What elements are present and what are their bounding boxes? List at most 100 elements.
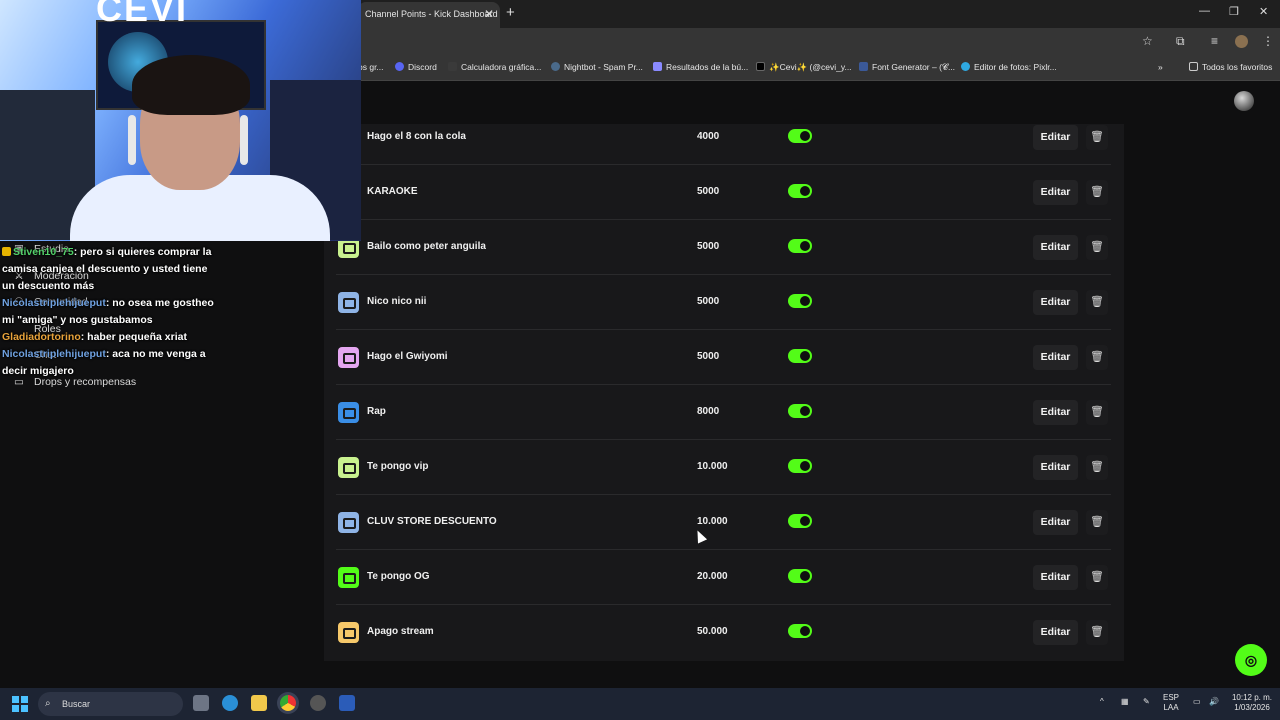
file-explorer-icon[interactable] <box>251 695 267 711</box>
delete-icon[interactable]: 🗑 <box>1086 180 1108 205</box>
minimize-icon[interactable]: — <box>1199 5 1210 17</box>
reward-enabled-toggle[interactable] <box>788 569 812 583</box>
edit-button[interactable]: Editar <box>1033 125 1078 150</box>
search-icon: ⌕ <box>45 698 51 709</box>
reward-enabled-toggle[interactable] <box>788 129 812 143</box>
delete-icon[interactable]: 🗑 <box>1086 290 1108 315</box>
edit-button[interactable]: Editar <box>1033 400 1078 425</box>
reward-title: Rap <box>367 406 386 417</box>
reward-enabled-toggle[interactable] <box>788 624 812 638</box>
star-bookmark-icon[interactable]: ☆ <box>1142 34 1153 48</box>
delete-icon[interactable]: 🗑 <box>1086 235 1108 260</box>
reward-title: KARAOKE <box>367 186 418 197</box>
bookmark-item[interactable]: Editor de fotos: Pixlr... <box>961 62 1057 72</box>
headset-right <box>240 115 248 165</box>
reward-cost: 50.000 <box>697 626 728 637</box>
kebab-menu-icon[interactable]: ⋮ <box>1262 34 1274 48</box>
help-chat-icon[interactable]: ◎ <box>1235 644 1267 676</box>
bookmark-item[interactable]: Calculadora gráfica... <box>448 62 541 72</box>
reward-row: Hago el Gwiyomi 5000 Editar 🗑 <box>336 330 1111 385</box>
edit-button[interactable]: Editar <box>1033 510 1078 535</box>
bookmark-item[interactable]: ✨Cevi✨ (@cevi_y... <box>756 62 852 73</box>
reward-row: Bailo como peter anguila 5000 Editar 🗑 <box>336 220 1111 275</box>
windows-taskbar: ⌕ Buscar ^ ▦ ✎ ESP LAA ▭ 🔊 10:12 p. m. 1… <box>0 688 1280 720</box>
delete-icon[interactable]: 🗑 <box>1086 565 1108 590</box>
bookmark-item[interactable]: Resultados de la bú... <box>653 62 748 72</box>
reward-row: Hago el 8 con la cola 4000 Editar 🗑 <box>336 110 1111 165</box>
all-favorites-folder[interactable]: Todos los favoritos <box>1189 62 1272 72</box>
show-hidden-icons[interactable]: ^ <box>1100 697 1104 707</box>
reward-enabled-toggle[interactable] <box>788 184 812 198</box>
clock[interactable]: 10:12 p. m. 1/03/2026 <box>1227 693 1277 713</box>
reward-icon <box>338 567 359 588</box>
calculator-icon <box>448 62 457 71</box>
reward-row: Apago stream 50.000 Editar 🗑 <box>336 605 1111 660</box>
profile-avatar-icon[interactable] <box>1235 35 1248 48</box>
reward-icon <box>338 402 359 423</box>
delete-icon[interactable]: 🗑 <box>1086 125 1108 150</box>
reward-row: Te pongo vip 10.000 Editar 🗑 <box>336 440 1111 495</box>
page-icon <box>653 62 662 71</box>
reward-cost: 8000 <box>697 406 720 417</box>
language-indicator[interactable]: ESP LAA <box>1163 693 1179 713</box>
edge-icon[interactable] <box>222 695 238 711</box>
edit-button[interactable]: Editar <box>1033 290 1078 315</box>
delete-icon[interactable]: 🗑 <box>1086 400 1108 425</box>
close-tab-icon[interactable]: ✕ <box>484 2 494 26</box>
task-view-icon[interactable] <box>193 695 209 711</box>
word-icon[interactable] <box>339 695 355 711</box>
reward-cost: 10.000 <box>697 461 728 472</box>
chat-username: Gladiadortorino <box>2 331 81 343</box>
bookmark-item[interactable]: os gr... <box>358 62 384 72</box>
edit-button[interactable]: Editar <box>1033 235 1078 260</box>
wifi-icon[interactable]: ▭ <box>1193 697 1201 707</box>
close-window-icon[interactable]: ✕ <box>1259 5 1268 18</box>
headset-left <box>128 115 136 165</box>
active-tab[interactable]: Channel Points - Kick Dashboard ✕ <box>358 2 500 28</box>
folder-icon <box>1189 62 1198 71</box>
taskbar-search[interactable]: ⌕ Buscar <box>38 692 183 716</box>
volume-icon[interactable]: 🔊 <box>1209 697 1219 707</box>
bookmark-item[interactable]: Font Generator – (𝓒... <box>859 62 955 73</box>
edit-button[interactable]: Editar <box>1033 565 1078 590</box>
reward-enabled-toggle[interactable] <box>788 404 812 418</box>
network-icon[interactable]: ▦ <box>1121 697 1129 707</box>
edit-button[interactable]: Editar <box>1033 180 1078 205</box>
edit-button[interactable]: Editar <box>1033 620 1078 645</box>
edit-button[interactable]: Editar <box>1033 455 1078 480</box>
delete-icon[interactable]: 🗑 <box>1086 620 1108 645</box>
delete-icon[interactable]: 🗑 <box>1086 345 1108 370</box>
pen-icon[interactable]: ✎ <box>1143 697 1150 707</box>
reward-icon <box>338 292 359 313</box>
reward-enabled-toggle[interactable] <box>788 349 812 363</box>
reward-enabled-toggle[interactable] <box>788 459 812 473</box>
search-placeholder: Buscar <box>62 699 91 709</box>
media-control-icon[interactable]: ≡ <box>1211 34 1218 48</box>
reward-enabled-toggle[interactable] <box>788 514 812 528</box>
bookmarks-overflow-icon[interactable]: » <box>1158 62 1163 72</box>
chat-message: Gladiadortorino: haber pequeña xriat <box>2 329 217 346</box>
chat-username: Stiven10_75 <box>13 246 74 258</box>
reward-enabled-toggle[interactable] <box>788 294 812 308</box>
webcam-overlay: CEVI <box>0 0 361 241</box>
reward-enabled-toggle[interactable] <box>788 239 812 253</box>
windows-start-icon[interactable] <box>12 696 28 712</box>
reward-cost: 20.000 <box>697 571 728 582</box>
bookmark-item[interactable]: Nightbot - Spam Pr... <box>551 62 643 72</box>
new-tab-button[interactable]: + <box>506 4 515 21</box>
extensions-icon[interactable]: ⧉ <box>1176 34 1185 49</box>
reward-row: CLUV STORE DESCUENTO 10.000 Editar 🗑 <box>336 495 1111 550</box>
edit-button[interactable]: Editar <box>1033 345 1078 370</box>
bookmark-item[interactable]: Discord <box>395 62 437 72</box>
wall-logo: CEVI <box>96 0 189 29</box>
delete-icon[interactable]: 🗑 <box>1086 455 1108 480</box>
tab-title: Channel Points - Kick Dashboard <box>365 9 498 19</box>
delete-icon[interactable]: 🗑 <box>1086 510 1108 535</box>
reward-title: Bailo como peter anguila <box>367 241 486 252</box>
reward-title: Te pongo vip <box>367 461 429 472</box>
obs-icon[interactable] <box>310 695 326 711</box>
restore-icon[interactable]: ❐ <box>1229 5 1239 18</box>
reward-cost: 4000 <box>697 131 720 142</box>
chrome-icon[interactable] <box>280 695 296 711</box>
user-avatar[interactable] <box>1234 91 1254 111</box>
